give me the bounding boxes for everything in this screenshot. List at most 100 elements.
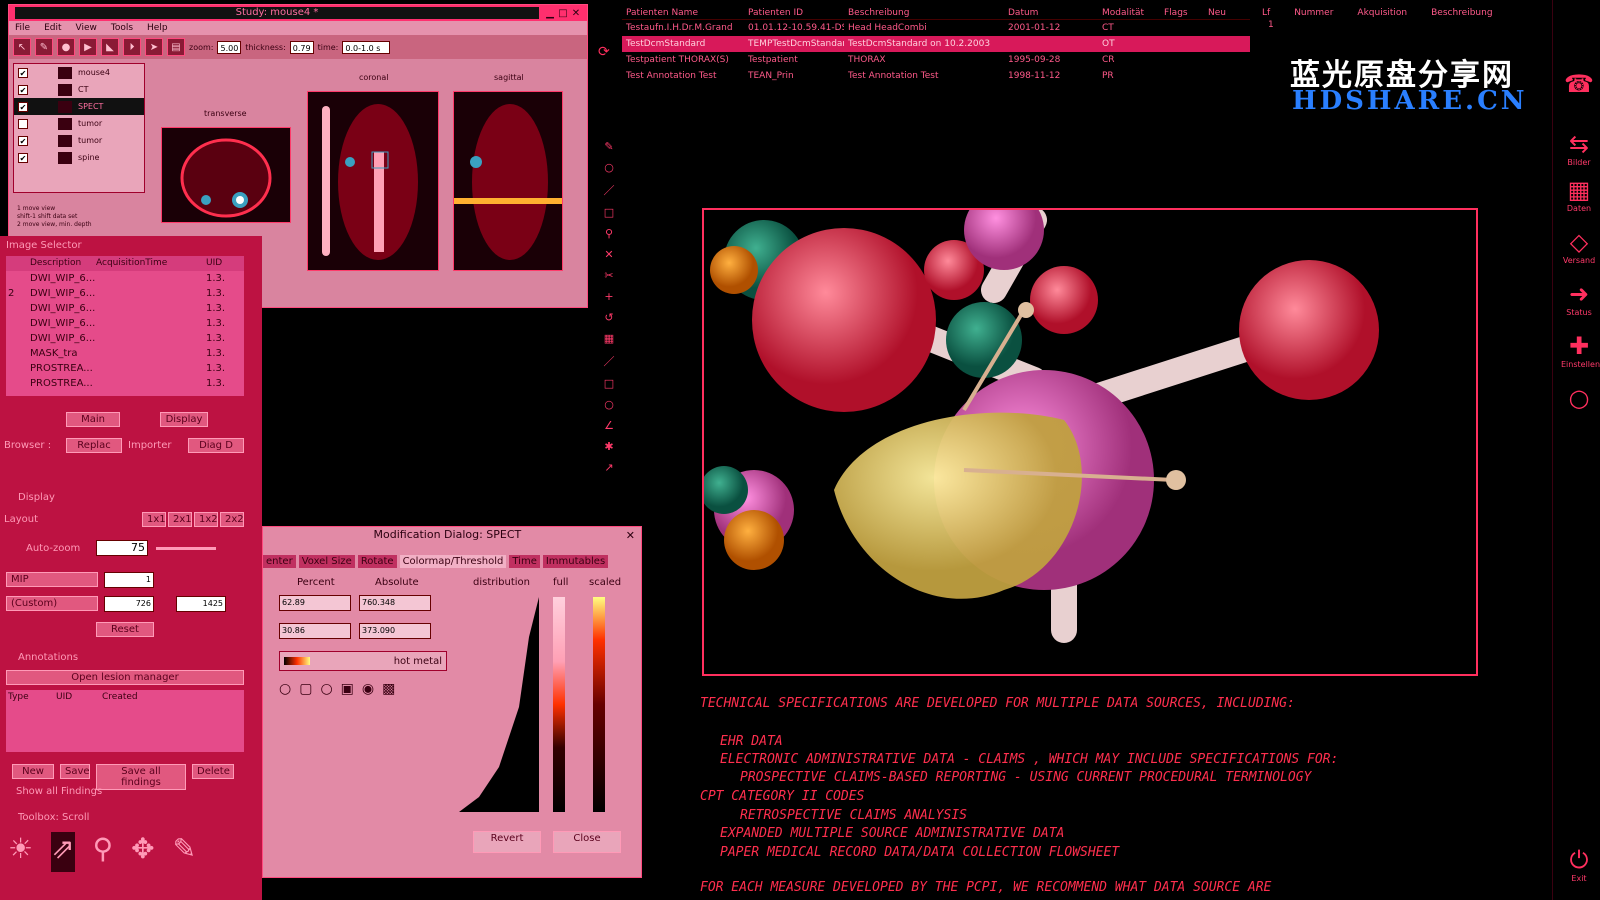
maximize-icon[interactable]: □ <box>558 8 568 19</box>
forward-tool-icon[interactable]: ⏵ <box>123 38 141 56</box>
grid-icon[interactable]: ▦ <box>604 332 614 345</box>
time-input[interactable]: 0.0-1.0 s <box>342 40 391 54</box>
mip-select[interactable]: MIP <box>6 572 98 587</box>
col-nummer[interactable]: Nummer <box>1294 6 1333 20</box>
reset-button[interactable]: Reset <box>96 622 154 637</box>
table-row[interactable]: DWI_WIP_6... 1.3. <box>6 301 244 316</box>
importer-select[interactable]: Diag D <box>188 438 244 453</box>
refresh-icon[interactable]: ⟳ <box>598 44 610 60</box>
pen-icon[interactable]: ✎ <box>173 832 196 872</box>
line-icon[interactable]: ／ <box>604 353 615 369</box>
tree-checkbox[interactable]: ✔ <box>18 152 28 163</box>
col-type[interactable]: Type <box>6 690 56 705</box>
pointer-tool-icon[interactable]: ➤ <box>145 38 163 56</box>
sidebar-item[interactable]: ☎ <box>1561 70 1597 98</box>
thickness-input[interactable]: 0.79 <box>289 40 314 54</box>
col-acquisition[interactable]: AcquisitionTime <box>96 256 206 271</box>
col-akquisition[interactable]: Akquisition <box>1357 6 1407 20</box>
annotations-header[interactable]: Annotations <box>12 650 84 665</box>
tree-item[interactable]: ✔ SPECT <box>14 98 144 115</box>
tree-item[interactable]: ✔ tumor <box>14 132 144 149</box>
play-tool-icon[interactable]: ▶ <box>79 38 97 56</box>
angle-icon[interactable]: ∠ <box>604 419 614 432</box>
patient-col-header[interactable]: Neu <box>1204 6 1244 19</box>
percent-max-input[interactable]: 62.89 <box>279 595 351 611</box>
sidebar-item[interactable]: ○ <box>1561 384 1597 412</box>
cursor-tool-icon[interactable]: ↖ <box>13 38 31 56</box>
tab-center[interactable]: enter <box>263 555 296 568</box>
layout-1x1[interactable]: 1x1 <box>142 512 166 527</box>
tab-immutables[interactable]: Immutables <box>542 555 609 568</box>
undo-icon[interactable]: ↺ <box>604 311 613 324</box>
palette-tool-icon[interactable]: ▤ <box>167 38 185 56</box>
image-selector-header[interactable]: Image Selector <box>0 236 262 253</box>
tab-rotate[interactable]: Rotate <box>357 555 397 568</box>
scaled-colorbar[interactable] <box>593 597 605 812</box>
patient-col-header[interactable]: Patienten ID <box>744 6 844 19</box>
zoom-icon[interactable]: ⚲ <box>93 832 114 872</box>
sidebar-item[interactable]: ➜ Status <box>1561 280 1597 317</box>
display-header[interactable]: Display <box>12 490 61 505</box>
cross-icon[interactable]: ✕ <box>604 248 613 261</box>
zoom-input[interactable]: 5.00 <box>217 40 242 54</box>
col-beschreibung[interactable]: Beschreibung <box>1431 6 1492 20</box>
window-max-input[interactable]: 1425 <box>176 596 226 612</box>
study-titlebar[interactable]: Study: mouse4 * ▁ □ ✕ <box>9 5 587 21</box>
coronal-view[interactable] <box>307 91 439 271</box>
brightness-icon[interactable]: ☀ <box>8 832 33 872</box>
tree-checkbox[interactable] <box>18 118 28 129</box>
col-description[interactable]: Description <box>6 256 96 271</box>
menu-tools[interactable]: Tools <box>111 23 133 33</box>
show-all-findings-checkbox[interactable]: Show all Findings <box>16 786 102 797</box>
circle-icon[interactable]: ○ <box>604 161 614 174</box>
sagittal-view[interactable] <box>453 91 563 271</box>
main-button[interactable]: Main <box>66 412 120 427</box>
menu-view[interactable]: View <box>76 23 97 33</box>
save-button[interactable]: Save <box>60 764 90 779</box>
col-lf[interactable]: Lf <box>1262 6 1270 20</box>
tree-checkbox[interactable]: ✔ <box>18 67 28 78</box>
patient-row[interactable]: Test Annotation Test TEAN_Prin Test Annota… <box>622 68 1250 84</box>
record-tool-icon[interactable]: ● <box>57 38 75 56</box>
sidebar-item[interactable]: ◇ Versand <box>1561 228 1597 265</box>
menu-help[interactable]: Help <box>147 23 168 33</box>
transverse-view[interactable] <box>161 127 291 223</box>
radio-icon[interactable]: ○ <box>279 681 291 697</box>
close-icon[interactable]: ✕ <box>571 8 581 19</box>
display-button[interactable]: Display <box>160 412 208 427</box>
table-row[interactable]: MASK_tra 1.3. <box>6 346 244 361</box>
save-all-findings-button[interactable]: Save all findings <box>96 764 186 790</box>
3d-viewport[interactable] <box>702 208 1478 676</box>
tab-voxel-size[interactable]: Voxel Size <box>298 555 355 568</box>
scroll-icon[interactable]: ⇗ <box>51 832 75 872</box>
patient-col-header[interactable]: Datum <box>1004 6 1098 19</box>
radio-icon[interactable]: ◉ <box>362 681 374 697</box>
patient-row[interactable]: Testaufn.I.H.Dr.M.Grand 01.01.12-10.59.41… <box>622 20 1250 36</box>
star-icon[interactable]: ✱ <box>604 440 613 453</box>
tree-item[interactable]: ✔ CT <box>14 81 144 98</box>
col-created[interactable]: Created <box>102 690 138 705</box>
full-colorbar[interactable] <box>553 597 565 812</box>
table-row[interactable]: 2 DWI_WIP_6... 1.3. <box>6 286 244 301</box>
dialog-close-button[interactable]: Close <box>553 831 621 853</box>
brush-tool-icon[interactable]: ✎ <box>35 38 53 56</box>
autozoom-slider[interactable] <box>156 547 216 550</box>
table-row[interactable]: PROSTREA... 1.3. <box>6 376 244 391</box>
sidebar-item[interactable]: ✚ Einstellen <box>1561 332 1600 369</box>
sidebar-item[interactable]: ▦ Daten <box>1561 176 1597 213</box>
absolute-max-input[interactable]: 760.348 <box>359 595 431 611</box>
patient-col-header[interactable]: Flags <box>1160 6 1204 19</box>
sidebar-item[interactable]: ⏻ Exit <box>1561 846 1597 883</box>
autozoom-input[interactable]: 75 <box>96 540 148 556</box>
custom-select[interactable]: (Custom) <box>6 596 98 611</box>
tree-checkbox[interactable]: ✔ <box>18 101 28 112</box>
patient-col-header[interactable]: Beschreibung <box>844 6 1004 19</box>
scissors-icon[interactable]: ✂ <box>604 269 613 282</box>
tab-time[interactable]: Time <box>509 555 540 568</box>
window-min-input[interactable]: 726 <box>104 596 154 612</box>
layout-2x1[interactable]: 2x1 <box>168 512 192 527</box>
table-row[interactable]: DWI_WIP_6... 1.3. <box>6 316 244 331</box>
tree-checkbox[interactable]: ✔ <box>18 135 28 146</box>
plus-icon[interactable]: + <box>604 290 613 303</box>
circle-icon[interactable]: ○ <box>604 398 614 411</box>
